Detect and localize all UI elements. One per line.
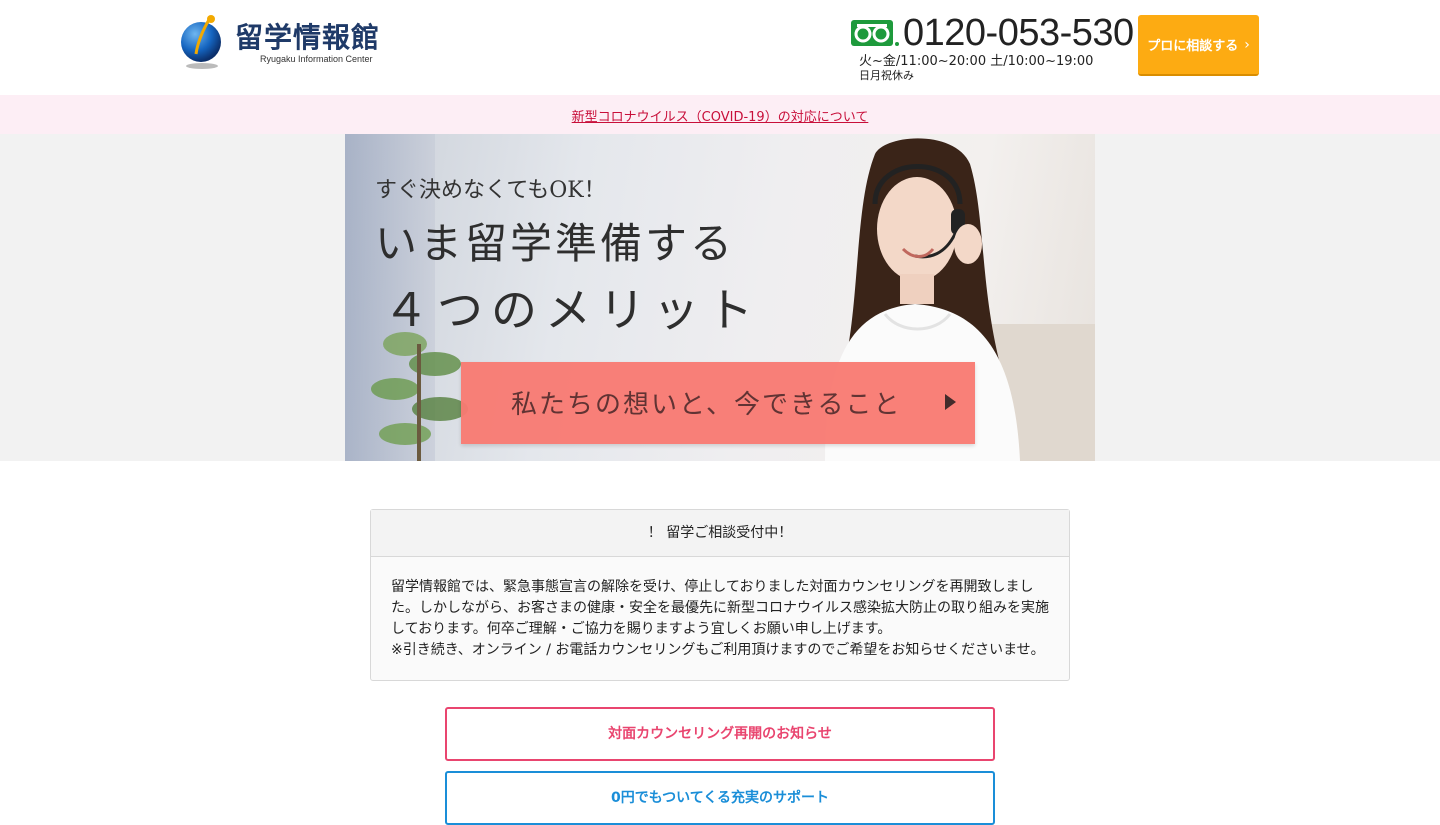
globe-logo-icon (181, 15, 221, 69)
consultation-notice-box: ！ 留学ご相談受付中！ 留学情報館では、緊急事態宣言の解除を受け、停止しておりま… (370, 509, 1070, 681)
consultation-body: 留学情報館では、緊急事態宣言の解除を受け、停止しておりました対面カウンセリングを… (371, 557, 1069, 661)
covid-notice-link[interactable]: 新型コロナウイルス（COVID-19）の対応について (572, 106, 869, 125)
site-logo[interactable]: 留学情報館 Ryugaku Information Center (180, 14, 390, 72)
hero-banner-image[interactable]: すぐ決めなくてもOK！ いま留学準備する ４つのメリット 私たちの想いと、今でき… (345, 134, 1095, 461)
chevron-right-icon: › (1244, 36, 1250, 53)
counseling-reopen-button[interactable]: 対面カウンセリング再開のお知らせ (445, 707, 995, 761)
logo-name: 留学情報館 (235, 21, 381, 54)
consultation-heading: ！ 留学ご相談受付中！ (371, 510, 1069, 557)
our-thoughts-button[interactable]: 私たちの想いと、今できること (461, 362, 975, 444)
phone-number[interactable]: 0120-053-530 (903, 12, 1134, 55)
freedial-icon (851, 20, 899, 46)
covid-notice-bar: 新型コロナウイルス（COVID-19）の対応について (0, 95, 1440, 134)
hero-subheading: すぐ決めなくてもOK！ (375, 178, 606, 203)
logo-subtitle: Ryugaku Information Center (260, 54, 373, 64)
hero-heading-line1: いま留学準備する (375, 219, 736, 268)
hero-heading-line2: ４つのメリット (383, 283, 761, 337)
consultation-note: ※引き続き、オンライン / お電話カウンセリングもご利用頂けますのでご希望をお知… (391, 642, 1045, 658)
site-header: 留学情報館 Ryugaku Information Center 0120-05… (0, 0, 1440, 95)
consultation-paragraph: 留学情報館では、緊急事態宣言の解除を受け、停止しておりました対面カウンセリングを… (391, 579, 1049, 637)
play-triangle-icon (945, 394, 956, 410)
free-support-button[interactable]: 0円でもついてくる充実のサポート (445, 771, 995, 825)
our-thoughts-label: 私たちの想いと、今できること (511, 390, 902, 420)
consult-pro-label: プロに相談する (1147, 39, 1239, 54)
phone-closed-days: 日月祝休み (859, 69, 914, 82)
phone-contact[interactable]: 0120-053-530 火~金/11:00~20:00 土/10:00~19:… (851, 12, 1134, 84)
consult-pro-button[interactable]: プロに相談する › (1138, 15, 1259, 76)
